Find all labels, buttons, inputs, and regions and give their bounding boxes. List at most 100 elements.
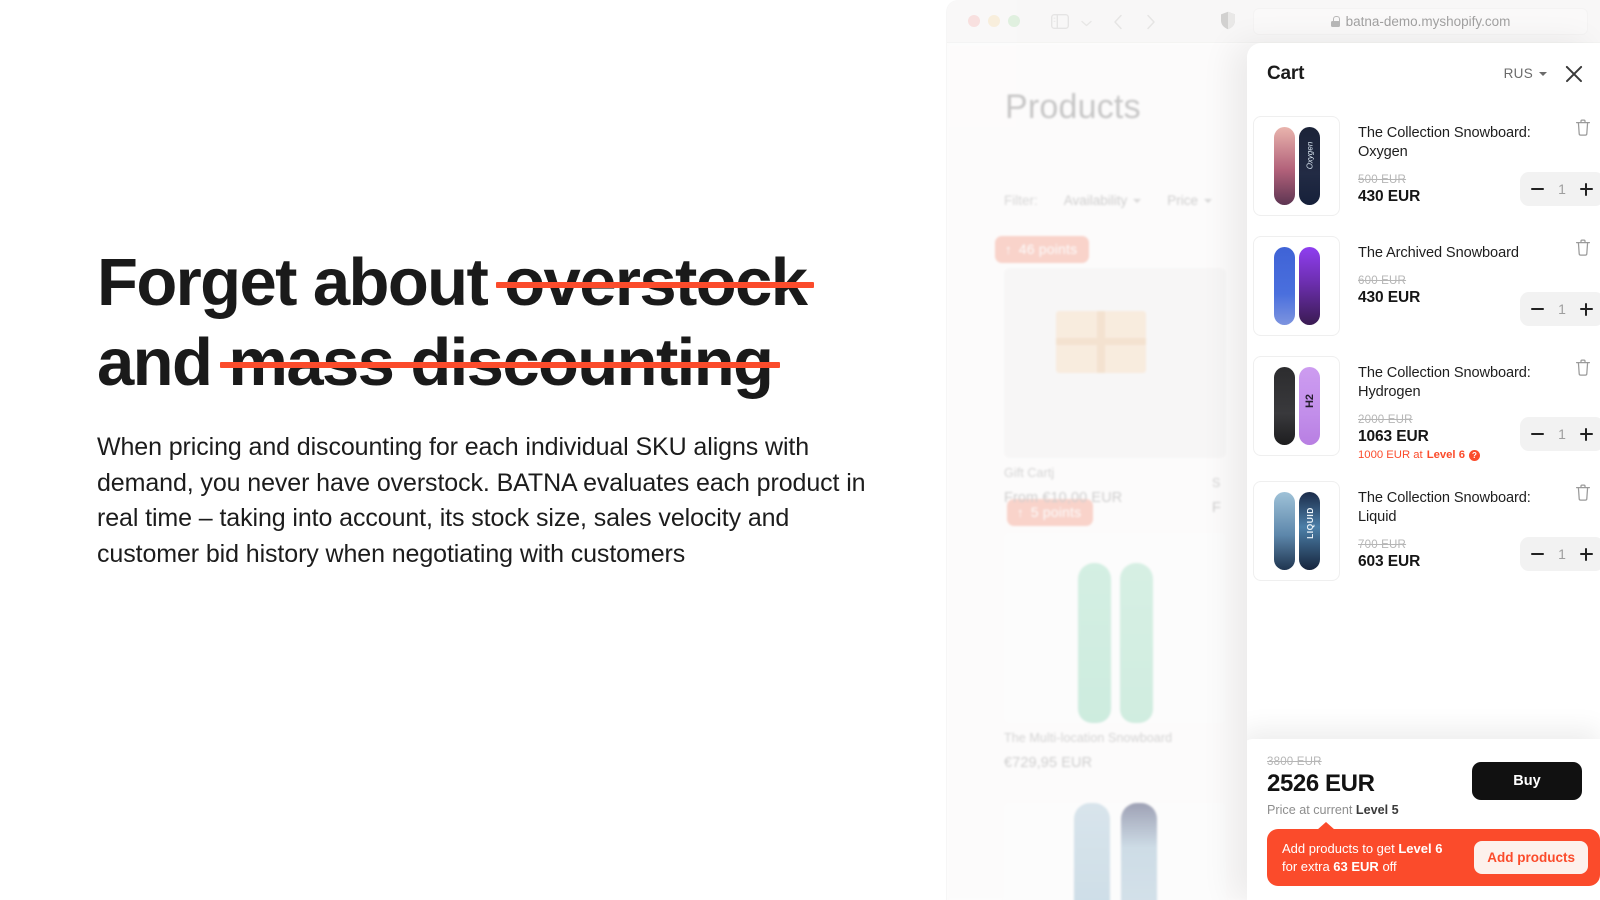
- chevron-down-icon: [1204, 198, 1213, 203]
- filter-bar: Filter: Availability Price: [1004, 193, 1213, 208]
- chevron-down-icon: [1539, 71, 1547, 76]
- cart-header: Cart RUS: [1247, 43, 1600, 104]
- upsell-line1-level: Level 6: [1398, 841, 1443, 856]
- minus-icon[interactable]: [1531, 308, 1544, 310]
- headline-strikethrough-2: mass discounting: [220, 323, 781, 403]
- product-card[interactable]: Gift Cartj From €10,00 EUR: [1004, 268, 1226, 506]
- product-price: From €10,00 EUR: [1004, 490, 1123, 506]
- filter-price[interactable]: Price: [1167, 193, 1213, 208]
- product-name: S: [1212, 476, 1221, 490]
- filter-label: Filter:: [1004, 193, 1038, 208]
- quantity-stepper[interactable]: 1: [1520, 172, 1600, 206]
- buy-button[interactable]: Buy: [1472, 762, 1582, 800]
- address-bar[interactable]: batna-demo.myshopify.com: [1253, 8, 1588, 35]
- upsell-line1-prefix: Add products to get: [1282, 841, 1399, 856]
- cart-level-note: Price at current Level 5: [1267, 803, 1472, 817]
- plus-icon[interactable]: [1579, 302, 1593, 316]
- cart-drawer: Cart RUS The Collection Snowboar: [1247, 43, 1600, 900]
- product-thumbnail: [1253, 236, 1340, 336]
- points-badge-label: 46 points: [1018, 241, 1078, 257]
- product-price: €729,95 EUR: [1004, 755, 1093, 771]
- minus-icon[interactable]: [1531, 188, 1544, 190]
- cart-summary: 3800 EUR 2526 EUR Price at current Level…: [1247, 739, 1600, 900]
- minus-icon[interactable]: [1531, 553, 1544, 555]
- level-hint-level: Level 6: [1426, 449, 1465, 461]
- window-controls[interactable]: [968, 15, 1020, 27]
- filter-price-label: Price: [1167, 193, 1199, 208]
- upsell-line2-suffix: off: [1378, 858, 1397, 874]
- product-thumbnail: [1253, 116, 1340, 216]
- sidebar-toggle-icon[interactable]: [1049, 10, 1071, 32]
- quantity-value: 1: [1558, 181, 1566, 197]
- trash-icon[interactable]: [1574, 483, 1594, 503]
- cart-item-name: The Collection Snowboard: Liquid: [1358, 490, 1531, 525]
- maximize-window-button[interactable]: [1008, 15, 1020, 27]
- product-card[interactable]: [1004, 803, 1226, 900]
- trash-icon[interactable]: [1574, 358, 1594, 378]
- headline-strikethrough-1: overstock: [496, 243, 815, 323]
- product-name: Gift Cartj: [1004, 466, 1055, 480]
- add-products-button[interactable]: Add products: [1474, 841, 1588, 874]
- close-window-button[interactable]: [968, 15, 980, 27]
- product-thumbnail: [1253, 356, 1340, 456]
- cart-item-name: The Collection Snowboard: Hydrogen: [1358, 365, 1531, 400]
- store-page-title: Products: [1005, 88, 1141, 126]
- plus-icon[interactable]: [1579, 182, 1593, 196]
- product-thumbnail: [1253, 481, 1340, 581]
- shield-icon[interactable]: [1220, 11, 1236, 35]
- language-selector[interactable]: RUS: [1504, 66, 1547, 81]
- product-image: [1004, 533, 1226, 723]
- lock-icon: [1330, 16, 1340, 27]
- browser-toolbar: batna-demo.myshopify.com: [947, 0, 1600, 43]
- cart-item-list: The Collection Snowboard: Oxygen 500 EUR…: [1247, 104, 1600, 739]
- quantity-stepper[interactable]: 1: [1520, 417, 1600, 451]
- upsell-line2-prefix: for extra: [1282, 858, 1334, 874]
- quantity-value: 1: [1558, 426, 1566, 442]
- url-text: batna-demo.myshopify.com: [1345, 14, 1511, 29]
- quantity-stepper[interactable]: 1: [1520, 292, 1600, 326]
- plus-icon[interactable]: [1579, 547, 1593, 561]
- cart-title: Cart: [1267, 62, 1305, 84]
- close-icon[interactable]: [1564, 64, 1584, 84]
- cart-item-name: The Archived Snowboard: [1358, 245, 1519, 261]
- page-body-copy: When pricing and discounting for each in…: [97, 433, 866, 568]
- trash-icon[interactable]: [1574, 238, 1594, 258]
- cart-item: The Archived Snowboard 600 EUR 430 EUR 1: [1247, 224, 1600, 344]
- upsell-banner: Add products to get Level 6 for extra 63…: [1267, 822, 1600, 886]
- product-card[interactable]: The Multi-location Snowboard €729,95 EUR: [1004, 533, 1226, 771]
- headline-text-2: and: [97, 325, 229, 400]
- product-image: [1004, 268, 1226, 458]
- chevron-down-icon[interactable]: [1075, 12, 1097, 34]
- upsell-text: Add products to get Level 6 for extra 63…: [1282, 840, 1474, 875]
- minimize-window-button[interactable]: [988, 15, 1000, 27]
- cart-total-price: 2526 EUR: [1267, 770, 1375, 797]
- filter-availability-label: Availability: [1063, 193, 1128, 208]
- cart-item: The Collection Snowboard: Liquid 700 EUR…: [1247, 469, 1600, 589]
- help-icon[interactable]: ?: [1469, 449, 1480, 461]
- upsell-line2-amount: 63 EUR: [1333, 858, 1379, 874]
- filter-availability[interactable]: Availability: [1064, 193, 1142, 208]
- cart-item: The Collection Snowboard: Oxygen 500 EUR…: [1247, 104, 1600, 224]
- cart-item-old-price: 600 EUR: [1358, 275, 1407, 287]
- product-name: The Multi-location Snowboard: [1004, 731, 1173, 745]
- points-badge-label: 5 points: [1030, 504, 1082, 520]
- plus-icon[interactable]: [1579, 427, 1593, 441]
- arrow-up-icon: ↑: [1005, 241, 1012, 257]
- minus-icon[interactable]: [1531, 433, 1544, 435]
- cart-level-note-level: Level 5: [1355, 803, 1399, 817]
- level-hint-text: 1000 EUR at: [1358, 449, 1423, 461]
- points-badge: ↑ 46 points: [995, 236, 1090, 263]
- page-headline: Forget about overstock and mass discount…: [97, 243, 917, 403]
- cart-item: The Collection Snowboard: Hydrogen 2000 …: [1247, 344, 1600, 469]
- chevron-left-icon[interactable]: [1107, 11, 1129, 33]
- chevron-right-icon[interactable]: [1140, 11, 1162, 33]
- product-image: [1004, 803, 1226, 900]
- quantity-stepper[interactable]: 1: [1520, 537, 1600, 571]
- headline-text-1: Forget about: [97, 245, 505, 320]
- cart-total-old-price: 3800 EUR: [1267, 756, 1322, 768]
- chevron-down-icon: [1133, 198, 1142, 203]
- arrow-up-icon: ↑: [1017, 504, 1024, 520]
- cart-item-name: The Collection Snowboard: Oxygen: [1358, 125, 1531, 160]
- cart-level-note-prefix: Price at current: [1267, 803, 1356, 817]
- trash-icon[interactable]: [1574, 118, 1594, 138]
